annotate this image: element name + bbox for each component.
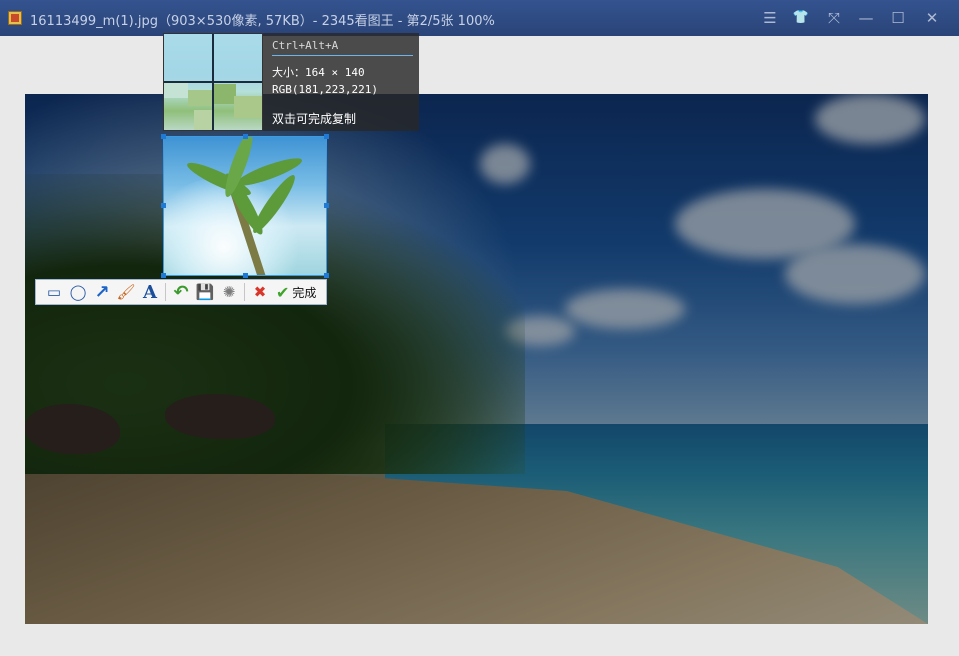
done-label: 完成: [292, 285, 317, 300]
crosshair-horizontal: [164, 81, 262, 83]
shortcut-label: Ctrl+Alt+A: [272, 39, 413, 56]
resize-handle[interactable]: [324, 134, 329, 139]
dim-overlay: [25, 94, 928, 624]
capture-info-panel: Ctrl+Alt+A 大小：164 × 140 RGB(181,223,221)…: [263, 33, 419, 131]
resize-handle[interactable]: [161, 134, 166, 139]
menu-icon[interactable]: ☰: [759, 8, 781, 28]
skin-icon[interactable]: 👕: [790, 8, 812, 28]
rectangle-tool-icon[interactable]: ▭: [42, 281, 66, 303]
resize-handle[interactable]: [161, 273, 166, 278]
title-bar: 16113499_m(1).jpg（903×530像素, 57KB）- 2345…: [0, 0, 959, 36]
text-tool-icon[interactable]: A: [138, 281, 162, 303]
fullscreen-icon[interactable]: ⤧: [823, 8, 845, 28]
resize-handle[interactable]: [161, 203, 166, 208]
mosaic-icon[interactable]: ✺: [217, 281, 241, 303]
cancel-icon[interactable]: ✖: [248, 281, 272, 303]
resize-handle[interactable]: [324, 203, 329, 208]
minimize-button[interactable]: —: [855, 8, 877, 28]
arrow-tool-icon[interactable]: ↗: [90, 281, 114, 303]
size-readout: 大小：164 × 140: [272, 66, 365, 79]
save-icon[interactable]: 💾: [193, 281, 217, 303]
rgb-readout: RGB(181,223,221): [272, 83, 378, 96]
capture-selection[interactable]: [163, 136, 327, 276]
maximize-button[interactable]: ☐: [887, 8, 909, 28]
resize-handle[interactable]: [324, 273, 329, 278]
toolbar-divider: [165, 283, 166, 301]
resize-handle[interactable]: [243, 273, 248, 278]
close-button[interactable]: ✕: [921, 8, 943, 28]
brush-tool-icon[interactable]: 🖌: [114, 281, 138, 303]
ellipse-tool-icon[interactable]: ◯: [66, 281, 90, 303]
resize-handle[interactable]: [243, 134, 248, 139]
beach-photo[interactable]: [25, 94, 928, 624]
done-button[interactable]: ✔ 完成: [272, 281, 320, 303]
copy-hint: 双击可完成复制: [272, 112, 357, 126]
capture-toolbar: ▭ ◯ ↗ 🖌 A ↶ 💾 ✺ ✖ ✔ 完成: [35, 279, 327, 305]
toolbar-divider: [244, 283, 245, 301]
app-icon: [8, 11, 22, 25]
window-title: 16113499_m(1).jpg（903×530像素, 57KB）- 2345…: [30, 14, 495, 29]
check-icon: ✔: [276, 282, 290, 302]
magnifier: [163, 33, 263, 131]
undo-icon[interactable]: ↶: [169, 281, 193, 303]
